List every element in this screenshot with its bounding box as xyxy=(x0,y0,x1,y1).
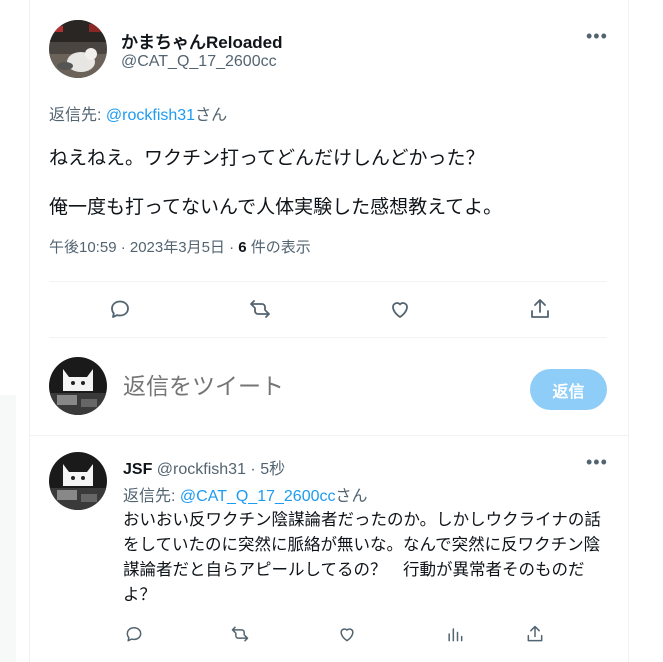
avatar[interactable] xyxy=(49,20,107,78)
reply-target-link[interactable]: @CAT_Q_17_2600cc xyxy=(180,488,336,505)
reply-to-line: 返信先: @CAT_Q_17_2600ccさん xyxy=(123,482,368,506)
avatar[interactable] xyxy=(49,357,107,415)
user-handle[interactable]: @CAT_Q_17_2600cc xyxy=(121,53,277,71)
reply-to-line: 返信先: @rockfish31さん xyxy=(49,101,227,125)
reply-text: おいおい反ワクチン陰謀論者だったのか。しかしウクライナの話をしていたのに突然に脈… xyxy=(123,511,601,604)
reply-to-suffix: さん xyxy=(335,488,368,505)
like-icon[interactable] xyxy=(335,622,359,646)
divider xyxy=(49,281,607,282)
divider xyxy=(29,435,629,436)
user-handle[interactable]: @rockfish31 xyxy=(157,461,246,478)
like-icon[interactable] xyxy=(386,295,414,323)
reply-to-label: 返信先: xyxy=(49,107,106,124)
reply-input[interactable] xyxy=(123,373,503,400)
view-count: 6 xyxy=(238,239,247,256)
display-name[interactable]: かまちゃんReloaded xyxy=(121,28,283,53)
timestamp[interactable]: 5秒 xyxy=(260,461,285,478)
reply-button[interactable]: 返信 xyxy=(530,369,607,410)
retweet-icon[interactable] xyxy=(246,295,274,323)
reply-header: JSF @rockfish31 · 5秒 xyxy=(123,455,285,479)
retweet-icon[interactable] xyxy=(228,622,252,646)
separator: · xyxy=(245,461,261,478)
reply-target-link[interactable]: @rockfish31 xyxy=(106,107,195,124)
timestamp[interactable]: 午後10:59 · 2023年3月5日 · xyxy=(49,239,238,256)
analytics-icon[interactable] xyxy=(443,622,467,646)
share-icon[interactable] xyxy=(523,622,547,646)
reply-icon[interactable] xyxy=(106,295,134,323)
more-icon[interactable]: ••• xyxy=(586,452,608,473)
reply-to-suffix: さん xyxy=(195,107,228,124)
tweet-meta: 午後10:59 · 2023年3月5日 · 6 件の表示 xyxy=(49,236,311,257)
reply-to-label: 返信先: xyxy=(123,488,180,505)
avatar[interactable] xyxy=(49,452,107,510)
tweet-text-second-paragraph: 俺一度も打ってないんで人体実験した感想教えてよ。 xyxy=(49,197,503,218)
more-icon[interactable]: ••• xyxy=(586,26,608,47)
share-icon[interactable] xyxy=(526,295,554,323)
divider xyxy=(49,337,607,338)
background-strip xyxy=(0,395,16,662)
view-label: 件の表示 xyxy=(246,239,311,256)
display-name[interactable]: JSF xyxy=(123,461,152,478)
reply-icon[interactable] xyxy=(122,622,146,646)
tweet-text: ねえねえ。ワクチン打ってどんだけしんどかった？ xyxy=(49,148,485,169)
